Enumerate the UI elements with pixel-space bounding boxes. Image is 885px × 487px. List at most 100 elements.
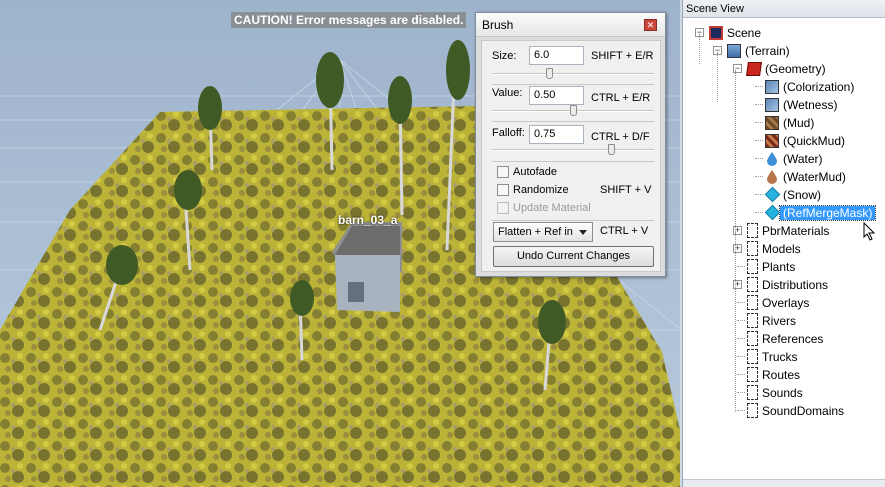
brush-mode-value: Flatten + Ref in [498, 226, 573, 238]
scene-tree-item-label: (Wetness) [783, 97, 838, 112]
terrain-icon [727, 43, 741, 58]
tree-guide [735, 232, 736, 412]
falloff-slider[interactable] [492, 144, 654, 155]
value-slider[interactable] [492, 105, 654, 116]
scene-tree-item[interactable]: (Geometry) [746, 60, 826, 77]
folder-icon [747, 403, 758, 418]
scene-tree-item-label: Scene [727, 25, 762, 40]
size-label: Size: [492, 50, 517, 62]
falloff-shortcut: CTRL + D/F [591, 131, 650, 143]
scene-tree-item[interactable]: (Snow) [764, 186, 822, 203]
tree-guide [717, 52, 718, 102]
scene-tree-item[interactable]: (QuickMud) [765, 132, 845, 149]
tree-connector [737, 356, 745, 357]
scene-tree-item-label: References [762, 331, 824, 346]
undo-changes-button[interactable]: Undo Current Changes [493, 246, 654, 267]
scene-tree-item-label: Rivers [762, 313, 797, 328]
folder-icon [747, 385, 758, 400]
brush-titlebar[interactable]: Brush [476, 13, 665, 37]
scene-tree-item[interactable]: Distributions [747, 276, 828, 293]
scene-tree-item-label: (Snow) [783, 187, 822, 202]
scene-tree-item[interactable]: Sounds [747, 384, 803, 401]
checkbox-box[interactable] [497, 184, 509, 196]
mouse-cursor-icon [863, 222, 876, 241]
tree-guide [735, 70, 736, 250]
mode-shortcut: CTRL + V [600, 225, 649, 237]
folder-icon [747, 313, 758, 328]
scene-tree-item-label: Models [762, 241, 801, 256]
autofade-checkbox[interactable]: Autofade [497, 166, 557, 178]
randomize-shortcut: SHIFT + V [600, 184, 652, 196]
scene-tree-item[interactable]: (Wetness) [765, 96, 837, 113]
tree-connector [755, 140, 763, 141]
tree-connector [737, 410, 745, 411]
scene-tree-item[interactable]: PbrMaterials [747, 222, 829, 239]
scene-tree-item[interactable]: Rivers [747, 312, 796, 329]
folder-icon [747, 277, 758, 292]
tree-connector [737, 302, 745, 303]
value-label: Value: [492, 87, 523, 99]
falloff-input[interactable]: 0.75 [529, 125, 584, 144]
scene-tree-item[interactable]: Routes [747, 366, 800, 383]
texture-icon [765, 97, 779, 112]
object-label: barn_03_a [338, 213, 398, 227]
size-input[interactable]: 6.0 [529, 46, 584, 65]
scene-tree-item[interactable]: Scene [709, 24, 761, 41]
size-shortcut: SHIFT + E/R [591, 50, 654, 62]
tree-connector [755, 212, 763, 213]
scene-tree-item[interactable]: (WaterMud) [765, 168, 846, 185]
divider [492, 161, 654, 162]
scene-tree-item[interactable]: Plants [747, 258, 795, 275]
size-slider-thumb[interactable] [546, 68, 553, 79]
falloff-label: Falloff: [492, 127, 525, 139]
brush-title: Brush [482, 17, 514, 32]
caution-banner: CAUTION! Error messages are disabled. [231, 12, 467, 28]
tree-connector [755, 194, 763, 195]
scene-tree-item[interactable]: (Colorization) [765, 78, 854, 95]
scene-tree-item[interactable]: Overlays [747, 294, 809, 311]
folder-icon [747, 349, 758, 364]
checkbox-box[interactable] [497, 166, 509, 178]
checkbox-box [497, 202, 509, 214]
tree-connector [737, 320, 745, 321]
scene-tree-item-label: (WaterMud) [783, 169, 846, 184]
scene-tree-item[interactable]: (Water) [765, 150, 823, 167]
randomize-checkbox[interactable]: Randomize [497, 184, 569, 196]
scene-tree-item-label: (Geometry) [765, 61, 826, 76]
texture-icon [765, 79, 779, 94]
brush-mode-select[interactable]: Flatten + Ref in [493, 222, 593, 242]
update-material-label: Update Material [513, 202, 591, 214]
divider [492, 220, 654, 221]
size-slider[interactable] [492, 68, 654, 79]
scene-view-scrollbar[interactable] [683, 479, 885, 487]
tree-connector [737, 374, 745, 375]
diamond-icon [764, 186, 781, 203]
scene-tree-item[interactable]: (Mud) [765, 114, 814, 131]
close-icon[interactable]: ✕ [644, 19, 657, 31]
tree-guide [699, 34, 700, 64]
scene-tree-item-label: PbrMaterials [762, 223, 830, 238]
scene-tree-item[interactable]: (RefMergeMask) [764, 204, 877, 221]
brush-window: Brush ✕ Size: 6.0 SHIFT + E/R Value: 0.5… [475, 12, 666, 277]
tree-connector [737, 266, 745, 267]
falloff-slider-thumb[interactable] [608, 144, 615, 155]
scene-tree-item-label: Overlays [762, 295, 810, 310]
tree-connector [755, 122, 763, 123]
scene-tree-item[interactable]: References [747, 330, 823, 347]
scene-tree-item[interactable]: Trucks [747, 348, 798, 365]
diamond-icon [764, 204, 781, 221]
scene-tree-item[interactable]: SoundDomains [747, 402, 844, 419]
scene-tree-item-label: (RefMergeMask) [778, 204, 877, 221]
scene-tree-item[interactable]: Models [747, 240, 801, 257]
scene-tree-item-label: (Mud) [783, 115, 815, 130]
value-input[interactable]: 0.50 [529, 86, 584, 105]
randomize-label: Randomize [513, 184, 569, 196]
divider [492, 121, 654, 122]
scene-tree-item[interactable]: (Terrain) [727, 42, 790, 59]
tree-connector [737, 338, 745, 339]
value-slider-thumb[interactable] [570, 105, 577, 116]
folder-icon [747, 331, 758, 346]
tree-connector [755, 104, 763, 105]
update-material-checkbox: Update Material [497, 202, 591, 214]
tree-connector [755, 176, 763, 177]
